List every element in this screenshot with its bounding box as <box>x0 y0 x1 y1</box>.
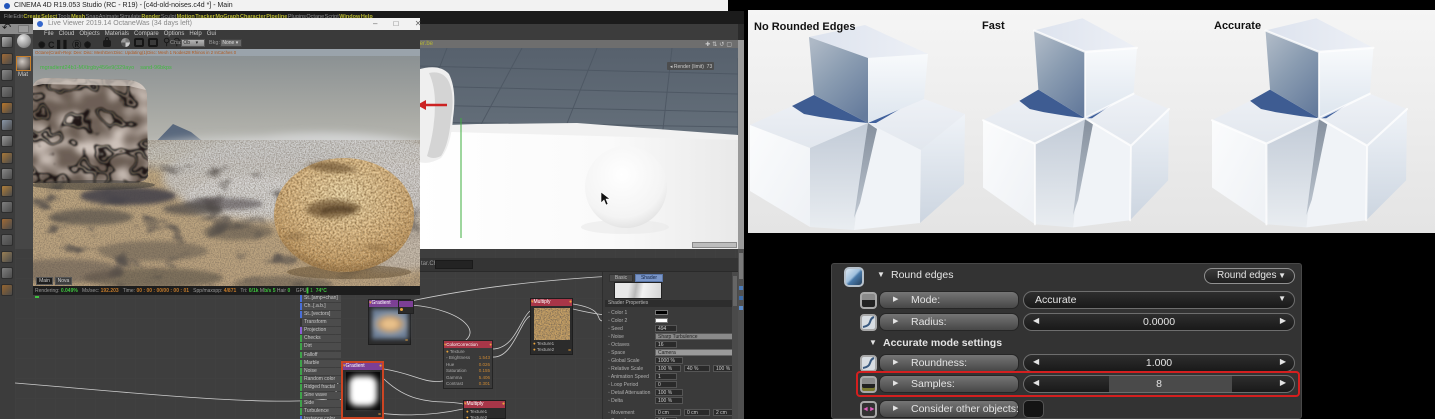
svg-text:mgradient24b1-MXtrgby456e9(329: mgradient24b1-MXtrgby456e9(329ayo sand-9… <box>40 65 172 71</box>
svg-text:◂ Render (limit) 73: ◂ Render (limit) 73 <box>670 64 712 70</box>
